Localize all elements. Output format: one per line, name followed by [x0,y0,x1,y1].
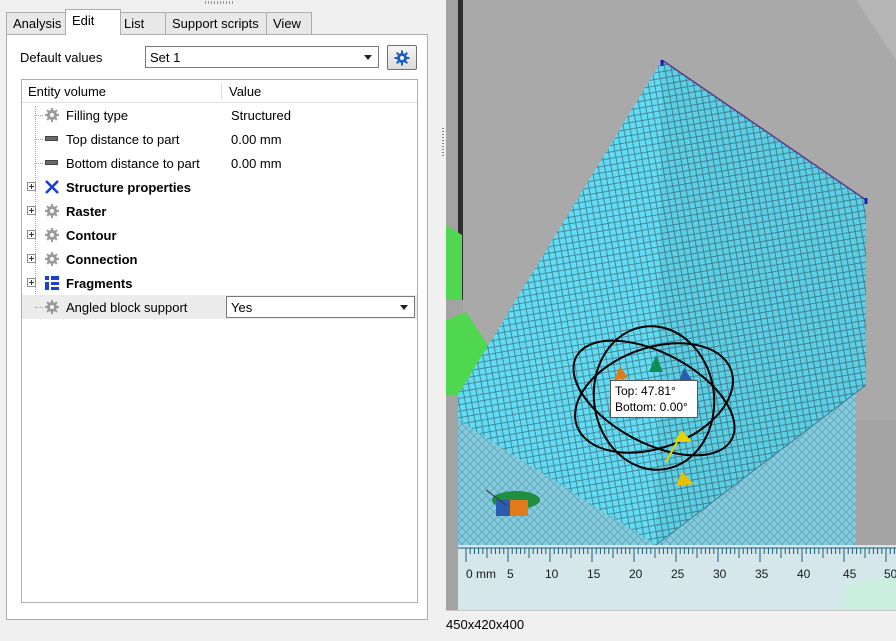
row-label: Fragments [66,276,133,291]
gear-icon [45,204,59,218]
scene-canvas[interactable] [446,0,896,610]
row-bottom-distance[interactable]: Bottom distance to part 0.00 mm [22,151,417,175]
tab-list[interactable]: List [117,12,167,34]
chevron-down-icon [400,305,408,310]
angle-tooltip: Top: 47.81° Bottom: 0.00° [610,380,698,418]
status-bar: 450x420x400 [446,610,896,641]
row-label: Angled block support [66,300,188,315]
gear-icon [45,300,59,314]
gear-icon [45,228,59,242]
ruler-label: 50 [884,567,896,581]
ruler-label: 35 [755,567,769,581]
tooltip-bottom: Bottom: 0.00° [615,400,688,414]
ruler-label: 45 [843,567,857,581]
green-part-top [446,225,462,300]
ruler-label: 25 [671,567,685,581]
fragments-icon [45,276,59,290]
row-label: Connection [66,252,138,267]
tree-branch [35,307,43,308]
expand-icon[interactable] [27,206,36,215]
header-value[interactable]: Value [229,84,261,99]
tab-view[interactable]: View [266,12,312,34]
3d-viewport[interactable]: Top: 47.81° Bottom: 0.00° 0 mm 5 10 15 2… [446,0,896,610]
gear-icon [394,50,410,66]
ruler-label: 30 [713,567,727,581]
gear-icon [45,108,59,122]
x-icon [45,180,59,194]
status-dimensions: 450x420x400 [446,617,525,632]
expand-icon[interactable] [27,182,36,191]
properties-panel: Analysis Edit List Support scripts View … [0,0,440,640]
default-values-select[interactable]: Set 1 [145,46,379,68]
row-connection[interactable]: Connection [22,247,417,271]
tree-branch [35,139,43,140]
row-label: Bottom distance to part [66,156,200,171]
angled-block-support-value: Yes [231,300,253,315]
tree-branch [35,163,43,164]
row-value[interactable]: Structured [231,108,291,123]
row-raster[interactable]: Raster [22,199,417,223]
row-label: Filling type [66,108,129,123]
gear-icon [45,252,59,266]
tab-analysis[interactable]: Analysis [6,12,68,34]
panel-grip[interactable] [205,1,235,4]
ruler-label: 20 [629,567,643,581]
row-fragments[interactable]: Fragments [22,271,417,295]
row-structure-properties[interactable]: Structure properties [22,175,417,199]
header-separator[interactable] [221,82,222,100]
edit-pane: Default values Set 1 Entity volume Value… [6,34,428,620]
row-angled-block-support[interactable]: Angled block support Yes [22,295,417,319]
ruler-label: 5 [507,567,514,581]
ruler-label: 15 [587,567,601,581]
angled-block-support-select[interactable]: Yes [226,296,415,318]
row-contour[interactable]: Contour [22,223,417,247]
header-entity-volume[interactable]: Entity volume [28,84,106,99]
tab-support-scripts[interactable]: Support scripts [165,12,267,34]
expand-icon[interactable] [27,230,36,239]
row-label: Top distance to part [66,132,180,147]
settings-button[interactable] [387,45,417,70]
row-label: Structure properties [66,180,191,195]
chevron-down-icon [364,55,372,60]
ruler-label: 10 [545,567,559,581]
bar-icon [45,136,58,141]
default-values-label: Default values [20,50,103,65]
row-value[interactable]: 0.00 mm [231,132,282,147]
expand-icon[interactable] [27,254,36,263]
row-filling-type[interactable]: Filling type Structured [22,103,417,127]
row-label: Contour [66,228,117,243]
tab-edit[interactable]: Edit [65,9,121,35]
row-top-distance[interactable]: Top distance to part 0.00 mm [22,127,417,151]
row-label: Raster [66,204,107,219]
tree-branch [35,115,43,116]
tooltip-top: Top: 47.81° [615,384,676,398]
splitter-grip [442,128,444,158]
bar-icon [45,160,58,165]
property-grid: Entity volume Value Filling type Structu… [21,79,418,603]
row-value[interactable]: 0.00 mm [231,156,282,171]
ruler-label: 0 mm [466,567,496,581]
grid-header: Entity volume Value [22,80,417,103]
default-values-selected: Set 1 [150,50,181,65]
expand-icon[interactable] [27,278,36,287]
ruler-label: 40 [797,567,811,581]
